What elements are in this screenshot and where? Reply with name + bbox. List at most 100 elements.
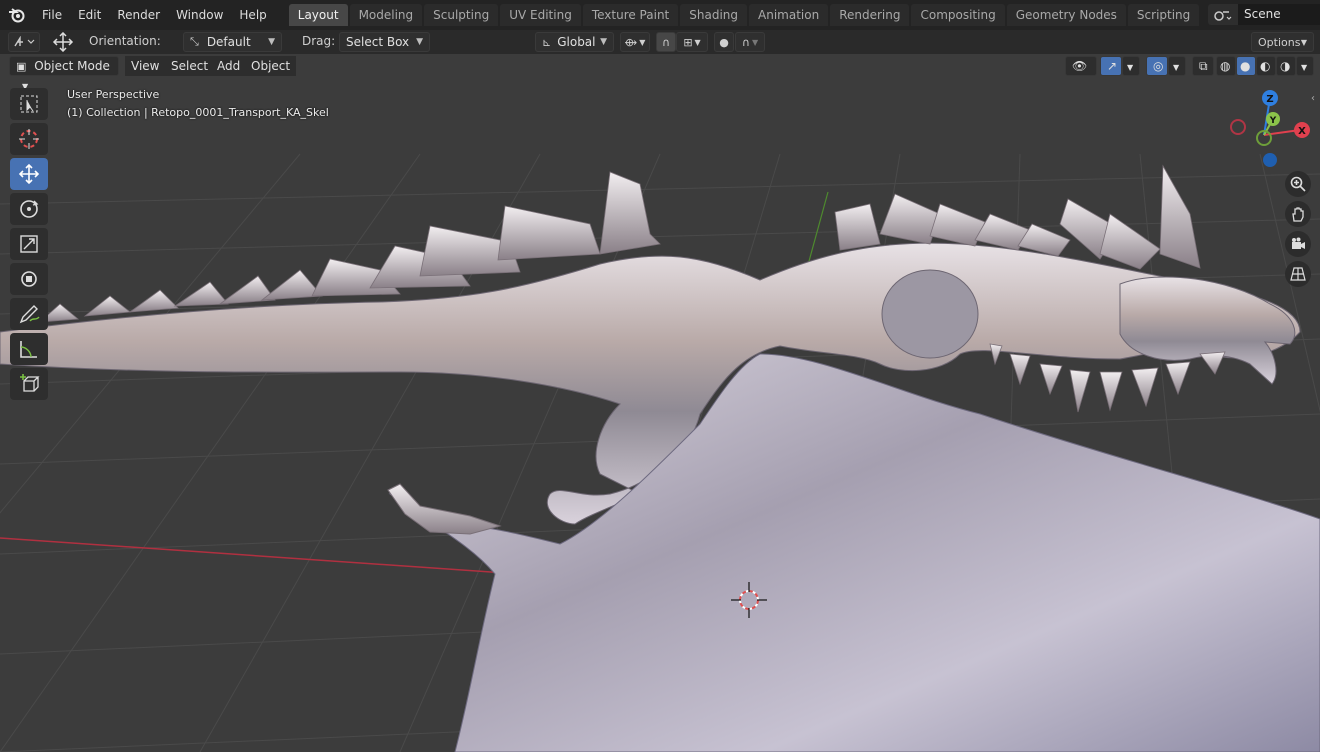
options-label: Options bbox=[1258, 35, 1301, 49]
object-mode-icon: ▣ bbox=[16, 60, 27, 73]
shading-rendered-button[interactable]: ◑ bbox=[1276, 56, 1296, 76]
chevron-down-icon: ▼ bbox=[416, 37, 423, 47]
transform-orientation-value: Global bbox=[557, 35, 596, 49]
scene-icon[interactable] bbox=[1208, 4, 1238, 25]
tab-modeling[interactable]: Modeling bbox=[349, 4, 423, 26]
navigation-gizmo[interactable]: Z Y X bbox=[1226, 88, 1316, 170]
annotate-tool[interactable] bbox=[10, 298, 48, 330]
gizmo-neg-x bbox=[1230, 119, 1246, 135]
overlays-icon: ◎ bbox=[1153, 59, 1164, 73]
menu-object[interactable]: Object bbox=[245, 56, 297, 76]
magnet-icon: ∩ bbox=[661, 35, 671, 49]
drag-value: Select Box bbox=[346, 35, 410, 49]
tab-rendering[interactable]: Rendering bbox=[830, 4, 910, 26]
menu-help[interactable]: Help bbox=[231, 0, 274, 30]
proportional-edit-icon: ● bbox=[719, 35, 729, 49]
scene-selector[interactable]: Scene bbox=[1208, 4, 1320, 25]
eye-icon: 👁 bbox=[1072, 59, 1088, 73]
overlays-toggle[interactable]: ◎ bbox=[1146, 56, 1168, 76]
menu-select[interactable]: Select bbox=[165, 56, 215, 76]
drag-label: Drag: bbox=[302, 34, 336, 48]
falloff-curve-icon: ∩ bbox=[741, 35, 750, 49]
menu-edit[interactable]: Edit bbox=[70, 0, 109, 30]
orientation-icon: ⤡ bbox=[190, 35, 199, 48]
tab-sculpting[interactable]: Sculpting bbox=[424, 4, 499, 26]
grid-icon bbox=[1290, 267, 1306, 281]
drag-dropdown[interactable]: Select Box ▼ bbox=[339, 32, 430, 52]
rotate-icon bbox=[20, 200, 39, 218]
snap-toggle[interactable]: ∩ bbox=[656, 32, 676, 52]
proportional-falloff-button[interactable]: ∩ ▼ bbox=[735, 32, 765, 52]
add-cube-tool[interactable] bbox=[10, 368, 48, 400]
scene-name-field[interactable]: Scene bbox=[1238, 4, 1320, 25]
gizmo-z-label: Z bbox=[1266, 94, 1273, 105]
chevron-down-icon: ▼ bbox=[268, 37, 275, 47]
tab-geometry-nodes[interactable]: Geometry Nodes bbox=[1006, 4, 1126, 26]
orientation-dropdown[interactable]: ⤡ Default ▼ bbox=[183, 32, 282, 52]
gizmo-toggle[interactable]: ↗ bbox=[1100, 56, 1122, 76]
menu-file[interactable]: File bbox=[34, 0, 70, 30]
blender-logo-icon[interactable] bbox=[0, 0, 34, 30]
rendered-shading-icon: ◑ bbox=[1280, 59, 1291, 73]
perspective-toggle-button[interactable] bbox=[1285, 261, 1311, 287]
shading-wireframe-button[interactable]: ◍ bbox=[1216, 56, 1236, 76]
transform-icon bbox=[21, 271, 37, 287]
transform-pivot-icon[interactable] bbox=[50, 32, 76, 52]
shading-dropdown[interactable]: ▼ bbox=[1296, 56, 1314, 76]
shading-solid-button[interactable]: ● bbox=[1236, 56, 1256, 76]
select-box-tool[interactable] bbox=[10, 88, 48, 120]
overlays-dropdown[interactable]: ▼ bbox=[1168, 56, 1186, 76]
3d-viewport[interactable]: User Perspective (1) Collection | Retopo… bbox=[0, 54, 1320, 752]
chevron-down-icon: ▼ bbox=[1127, 63, 1134, 72]
view-perspective-label: User Perspective bbox=[67, 88, 160, 101]
pivot-point-button[interactable]: ⟴ ▼ bbox=[620, 32, 650, 52]
snap-target-button[interactable]: ⊞ ▼ bbox=[676, 32, 708, 52]
add-cube-icon bbox=[20, 374, 40, 392]
move-icon bbox=[18, 163, 40, 185]
xray-toggle[interactable]: ⧉ bbox=[1192, 56, 1214, 76]
tab-scripting[interactable]: Scripting bbox=[1127, 4, 1200, 26]
select-box-icon bbox=[20, 95, 38, 113]
camera-view-button[interactable] bbox=[1285, 231, 1311, 257]
tool-settings-header: Orientation: ⤡ Default ▼ Drag: Select Bo… bbox=[0, 30, 1320, 54]
gizmo-icon: ↗ bbox=[1107, 59, 1118, 73]
chevron-down-icon: ▼ bbox=[600, 37, 607, 47]
top-menu-bar: File Edit Render Window Help Layout Mode… bbox=[0, 0, 1320, 30]
tab-animation[interactable]: Animation bbox=[749, 4, 829, 26]
pan-button[interactable] bbox=[1285, 201, 1311, 227]
menu-window[interactable]: Window bbox=[168, 0, 231, 30]
zoom-button[interactable] bbox=[1285, 171, 1311, 197]
chevron-down-icon: ▼ bbox=[1300, 37, 1307, 47]
tab-texture-paint[interactable]: Texture Paint bbox=[582, 4, 679, 26]
viewport-scene[interactable] bbox=[0, 54, 1320, 752]
editor-type-button[interactable] bbox=[8, 32, 40, 52]
options-dropdown[interactable]: Options ▼ bbox=[1251, 32, 1314, 52]
transform-tool[interactable] bbox=[10, 263, 48, 295]
menu-view[interactable]: View bbox=[125, 56, 166, 76]
measure-tool[interactable] bbox=[10, 333, 48, 365]
visibility-dropdown[interactable]: 👁 bbox=[1065, 56, 1097, 76]
shading-material-button[interactable]: ◐ bbox=[1256, 56, 1276, 76]
menu-render[interactable]: Render bbox=[109, 0, 168, 30]
collection-info-label: (1) Collection | Retopo_0001_Transport_K… bbox=[67, 106, 329, 119]
rotate-tool[interactable] bbox=[10, 193, 48, 225]
gizmo-dropdown[interactable]: ▼ bbox=[1122, 56, 1140, 76]
orientation-value: Default bbox=[206, 35, 251, 49]
tab-shading[interactable]: Shading bbox=[680, 4, 747, 26]
tab-uv-editing[interactable]: UV Editing bbox=[500, 4, 581, 26]
tab-compositing[interactable]: Compositing bbox=[911, 4, 1005, 26]
gizmo-y-label: Y bbox=[1269, 116, 1277, 126]
proportional-edit-toggle[interactable]: ● bbox=[714, 32, 734, 52]
collapse-sidebar-icon[interactable]: ‹ bbox=[1311, 93, 1315, 104]
material-shading-icon: ◐ bbox=[1260, 59, 1271, 73]
mode-dropdown[interactable]: ▣ Object Mode ▼ bbox=[9, 56, 119, 91]
chevron-down-icon: ▼ bbox=[1301, 63, 1308, 72]
global-axes-icon: ⊾ bbox=[542, 35, 552, 49]
transform-orientation-dropdown[interactable]: ⊾ Global ▼ bbox=[535, 32, 614, 52]
solid-shading-icon: ● bbox=[1240, 59, 1251, 73]
menu-add[interactable]: Add bbox=[211, 56, 247, 76]
tab-layout[interactable]: Layout bbox=[288, 4, 348, 26]
cursor-tool[interactable] bbox=[10, 123, 48, 155]
scale-tool[interactable] bbox=[10, 228, 48, 260]
move-tool[interactable] bbox=[10, 158, 48, 190]
